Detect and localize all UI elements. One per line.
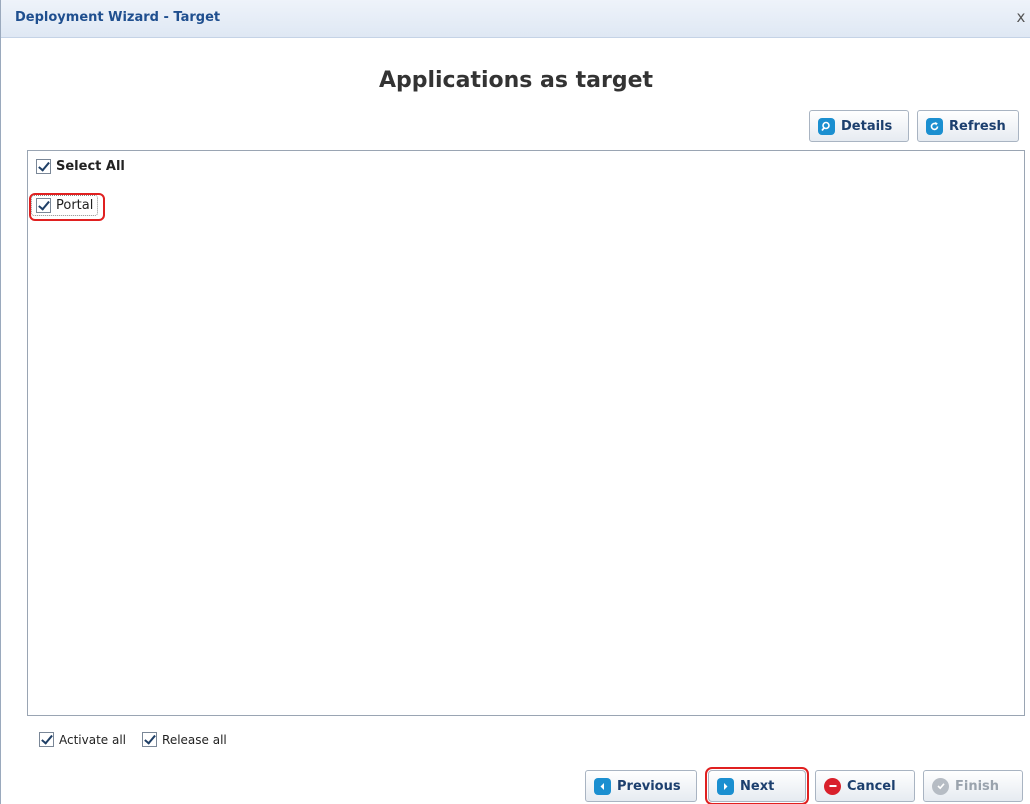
chevron-left-icon — [594, 777, 611, 795]
cancel-icon — [824, 777, 841, 795]
details-button[interactable]: Details — [809, 110, 909, 142]
release-all-label: Release all — [162, 732, 227, 747]
release-all-check[interactable] — [142, 732, 158, 747]
activate-all-checkbox[interactable]: Activate all — [39, 732, 126, 747]
previous-label: Previous — [617, 778, 681, 794]
finish-label: Finish — [955, 778, 1000, 794]
finish-icon — [932, 777, 949, 795]
title-bar: Deployment Wizard - Target x — [1, 0, 1030, 38]
details-label: Details — [841, 118, 893, 134]
page-title: Applications as target — [378, 68, 654, 93]
previous-button[interactable]: Previous — [585, 770, 697, 802]
close-icon[interactable]: x — [1013, 8, 1029, 26]
select-all-check[interactable] — [36, 159, 51, 174]
list-item-label: Portal — [56, 198, 94, 213]
cancel-button[interactable]: Cancel — [815, 770, 915, 802]
list-item-portal[interactable]: Portal — [31, 195, 99, 216]
select-all-checkbox[interactable]: Select All — [36, 159, 125, 174]
deployment-options: Activate all Release all — [39, 732, 243, 747]
refresh-icon — [926, 117, 943, 135]
chevron-right-icon — [717, 777, 734, 795]
activate-all-check[interactable] — [39, 732, 54, 747]
finish-button: Finish — [923, 770, 1023, 802]
search-icon — [818, 117, 835, 135]
applications-list: Select All Portal — [27, 150, 1025, 716]
portal-check[interactable] — [36, 198, 51, 213]
next-label: Next — [740, 778, 775, 794]
release-all-checkbox[interactable]: Release all — [142, 732, 227, 747]
deployment-wizard-window: Deployment Wizard - Target x Application… — [0, 0, 1030, 804]
cancel-label: Cancel — [847, 778, 896, 794]
refresh-label: Refresh — [949, 118, 1006, 134]
window-title: Deployment Wizard - Target — [15, 10, 221, 25]
activate-all-label: Activate all — [59, 732, 127, 747]
refresh-button[interactable]: Refresh — [917, 110, 1019, 142]
select-all-label: Select All — [56, 159, 125, 174]
next-button[interactable]: Next — [705, 767, 809, 804]
